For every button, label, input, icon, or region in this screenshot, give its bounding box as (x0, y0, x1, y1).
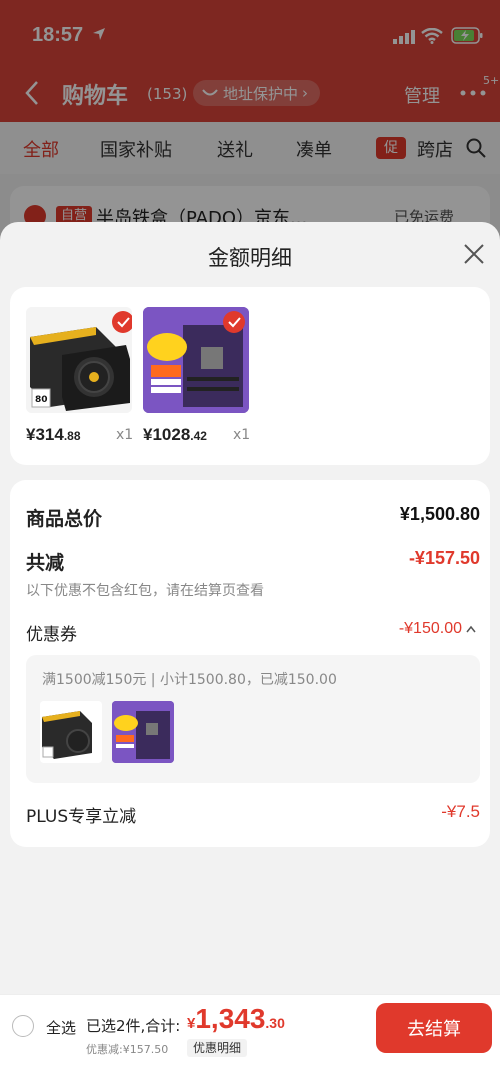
amount-detail-sheet: 金额明细 80 ¥314.88 x1 ¥1028.42 x1 商品总价 ¥1,5… (0, 222, 500, 1066)
product-price: ¥314.88 (26, 425, 81, 444)
discount-total-value: -¥157.50 (408, 548, 480, 568)
chevron-up-icon (466, 625, 476, 633)
discount-note: 以下优惠不包含红包，请在结算页查看 (26, 583, 264, 599)
plus-discount-value: -¥7.5 (441, 802, 480, 821)
checkout-button[interactable]: 去结算 (376, 1003, 492, 1053)
discount-detail-button[interactable]: 优惠明细 (187, 1039, 248, 1057)
product-image-motherboard[interactable] (143, 307, 249, 413)
goods-total-label: 商品总价 (26, 508, 103, 530)
product-checked-icon[interactable] (223, 311, 245, 333)
coupon-value: -¥150.00 (398, 620, 462, 637)
svg-text:80: 80 (35, 395, 48, 405)
motherboard-image (112, 701, 174, 763)
close-icon[interactable] (462, 242, 486, 266)
goods-total-value: ¥1,500.80 (399, 504, 480, 524)
coupon-product-psu (40, 701, 102, 763)
sheet-title: 金额明细 (208, 246, 292, 270)
coupon-detail-box: 满1500减150元 | 小计1500.80，已减150.00 (26, 655, 480, 783)
product-price: ¥1028.42 (143, 425, 207, 444)
checkout-bar: 全选 已选2件,合计: ¥ 1,343 .30 优惠减:¥157.50 优惠明细… (0, 994, 500, 1066)
discount-total-label: 共减 (26, 552, 65, 574)
coupon-label: 优惠券 (26, 625, 77, 645)
select-all-label[interactable]: 全选 (46, 1017, 76, 1038)
coupon-detail-text: 满1500减150元 | 小计1500.80，已减150.00 (42, 672, 337, 688)
product-image-psu[interactable]: 80 (26, 307, 132, 413)
power-supply-image (40, 701, 102, 763)
select-all-checkbox[interactable] (12, 1015, 34, 1037)
plus-discount-label: PLUS专享立减 (26, 807, 137, 827)
product-list: 80 ¥314.88 x1 ¥1028.42 x1 (10, 287, 490, 465)
product-qty: x1 (233, 427, 251, 443)
product-qty: x1 (116, 427, 134, 443)
product-checked-icon[interactable] (112, 311, 132, 333)
selected-count-label: 已选2件,合计: (86, 1017, 181, 1035)
price-breakdown: 商品总价 ¥1,500.80 共减 -¥157.50 以下优惠不包含红包，请在结… (10, 480, 490, 847)
coupon-product-motherboard (112, 701, 174, 763)
coupon-toggle[interactable]: -¥150.00 (399, 620, 476, 638)
discount-summary: 优惠减:¥157.50 (86, 1043, 169, 1056)
total-price: ¥ 1,343 .30 (187, 1003, 285, 1034)
